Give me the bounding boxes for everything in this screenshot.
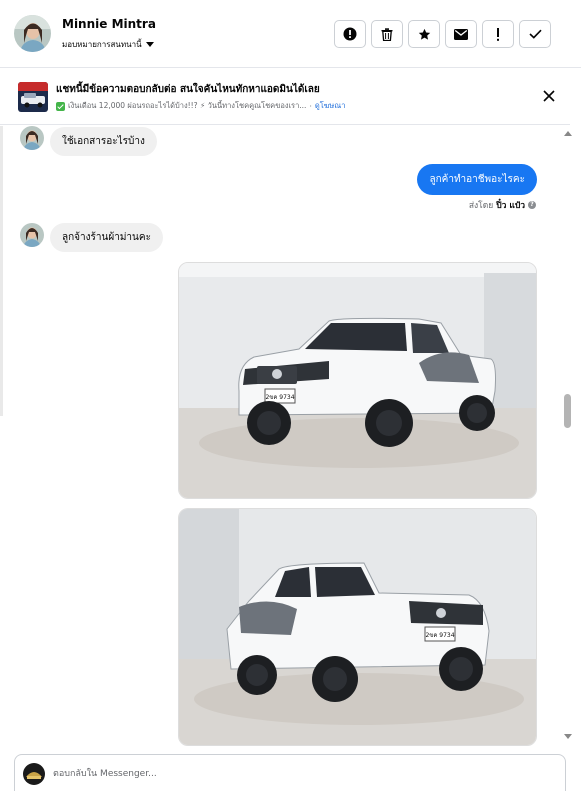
close-icon[interactable]	[542, 89, 556, 103]
ad-subtitle-row: เงินเดือน 12,000 ผ่อนรถอะไรได้บ้าง!!? ⚡ …	[56, 100, 345, 112]
reply-composer	[14, 754, 566, 791]
caret-down-icon	[145, 42, 154, 47]
reply-input[interactable]	[53, 765, 533, 783]
outgoing-message[interactable]: ลูกค้าทำอาชีพอะไรคะ	[417, 164, 537, 195]
follow-up-button[interactable]	[482, 20, 514, 48]
view-ad-link[interactable]: ดูโฆษณา	[315, 100, 346, 112]
ad-subtitle: เงินเดือน 12,000 ผ่อนรถอะไรได้บ้าง!!? ⚡ …	[68, 101, 307, 110]
exclamation-icon	[497, 27, 499, 41]
delete-button[interactable]	[371, 20, 403, 48]
page-avatar	[23, 763, 45, 785]
ad-referral-banner: แชทนี้มีข้อความตอบกลับต่อ สนใจคันไหนทักห…	[0, 69, 570, 125]
sent-by-prefix: ส่งโดย	[468, 201, 494, 211]
license-plate-text: 2ขค 9734	[425, 632, 454, 639]
incoming-message[interactable]: ลูกจ้างร้านผ้าม่านคะ	[50, 223, 163, 252]
check-icon	[528, 29, 542, 39]
mark-spam-button[interactable]	[334, 20, 366, 48]
contact-avatar[interactable]	[14, 15, 51, 52]
scroll-down-arrow-icon[interactable]	[564, 734, 572, 739]
assign-label: มอบหมายการสนทนานี้	[62, 40, 142, 49]
contact-avatar-small	[20, 223, 44, 247]
alert-circle-icon	[343, 27, 357, 41]
info-icon[interactable]: ?	[528, 201, 536, 209]
ad-title: แชทนี้มีข้อความตอบกลับต่อ สนใจคันไหนทักห…	[56, 84, 320, 95]
scroll-up-arrow-icon[interactable]	[564, 131, 572, 136]
mark-done-button[interactable]	[519, 20, 551, 48]
scrollbar-thumb[interactable]	[564, 394, 571, 428]
envelope-icon	[454, 28, 468, 40]
ad-thumbnail[interactable]	[18, 82, 48, 112]
sent-by-name[interactable]: ปิ๋ว แป๋ว	[496, 198, 525, 212]
incoming-message[interactable]: ใช้เอกสารอะไรบ้าง	[50, 127, 157, 156]
message-thread[interactable]: ใช้เอกสารอะไรบ้าง ลูกค้าทำอาชีพอะไรคะ ส่…	[0, 126, 560, 748]
thread-scrollbar[interactable]	[560, 126, 575, 748]
star-button[interactable]	[408, 20, 440, 48]
sent-by-label: ส่งโดย ปิ๋ว แป๋ว ?	[469, 198, 536, 212]
assign-conversation-dropdown[interactable]: มอบหมายการสนทนานี้	[62, 38, 154, 51]
contact-name[interactable]: Minnie Mintra	[62, 17, 156, 31]
license-plate-text: 2ขค 9734	[265, 394, 294, 401]
ad-separator: ·	[309, 101, 312, 111]
incoming-photo[interactable]: 2ขค 9734	[178, 508, 537, 746]
conversation-header: Minnie Mintra มอบหมายการสนทนานี้	[0, 0, 581, 68]
contact-avatar-small	[20, 126, 44, 150]
star-icon	[418, 28, 430, 40]
trash-icon	[381, 27, 393, 41]
conversation-actions	[334, 20, 551, 48]
incoming-photo[interactable]: 2ขค 9734	[178, 262, 537, 499]
mark-unread-button[interactable]	[445, 20, 477, 48]
check-box-icon	[56, 101, 65, 111]
